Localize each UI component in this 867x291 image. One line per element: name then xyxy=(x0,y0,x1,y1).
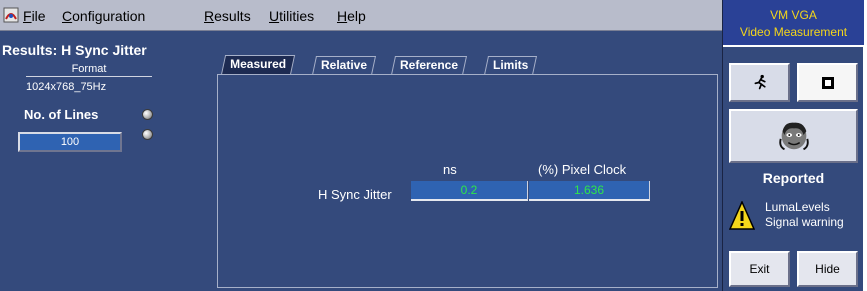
tab-limits-label: Limits xyxy=(493,58,529,72)
results-title: Results: H Sync Jitter xyxy=(2,42,147,58)
format-label: Format xyxy=(26,63,152,77)
stop-icon xyxy=(822,77,834,89)
warning-source: LumaLevels xyxy=(765,200,830,214)
menu-configuration[interactable]: Configuration xyxy=(62,8,145,24)
menu-utilities[interactable]: Utilities xyxy=(269,8,314,24)
exit-button[interactable]: Exit xyxy=(729,251,790,287)
image-button[interactable] xyxy=(729,109,858,163)
app-header: VM VGA Video Measurement xyxy=(723,0,864,47)
column-header-ns: ns xyxy=(443,162,457,177)
menu-results[interactable]: Results xyxy=(204,8,251,24)
menu-file[interactable]: File xyxy=(23,8,46,24)
tab-measured-label: Measured xyxy=(230,57,287,71)
control-panel: VM VGA Video Measurement Reported LumaLe… xyxy=(722,0,864,291)
tab-reference-label: Reference xyxy=(400,58,459,72)
tab-reference[interactable]: Reference xyxy=(390,56,468,75)
value-pixel-clock-cell: 1.636 xyxy=(529,181,650,201)
lines-input[interactable]: 100 xyxy=(18,132,122,152)
warning-icon xyxy=(729,201,755,230)
run-button[interactable] xyxy=(729,63,790,102)
stop-button[interactable] xyxy=(797,63,858,102)
running-man-icon xyxy=(754,74,766,90)
tab-relative-label: Relative xyxy=(321,58,368,72)
lines-label: No. of Lines xyxy=(24,107,99,122)
app-logo-icon[interactable] xyxy=(3,7,19,23)
warning-text: Signal warning xyxy=(765,215,844,229)
tab-relative[interactable]: Relative xyxy=(311,56,377,75)
app-window: File Configuration Results Utilities Hel… xyxy=(0,0,864,291)
app-title: VM VGA xyxy=(770,8,817,22)
column-header-pixel-clock: (%) Pixel Clock xyxy=(538,162,627,177)
format-value: 1024x768_75Hz xyxy=(26,81,107,93)
measured-tab-page: ns (%) Pixel Clock H Sync Jitter 0.2 1.6… xyxy=(217,74,718,288)
row-label-h-sync-jitter: H Sync Jitter xyxy=(318,187,392,202)
face-icon xyxy=(779,122,809,151)
results-side-panel: Results: H Sync Jitter Format 1024x768_7… xyxy=(0,31,214,291)
value-ns-cell: 0.2 xyxy=(411,181,528,201)
warning-message: LumaLevels Signal warning xyxy=(723,197,864,237)
reported-heading: Reported xyxy=(762,170,825,186)
hide-button[interactable]: Hide xyxy=(797,251,858,287)
tab-limits[interactable]: Limits xyxy=(483,56,538,75)
tab-measured[interactable]: Measured xyxy=(220,55,296,75)
lines-radio-up[interactable] xyxy=(142,109,153,120)
menu-help[interactable]: Help xyxy=(337,8,366,24)
lines-radio-down[interactable] xyxy=(142,129,153,140)
results-content-panel: Measured Relative Reference Limits ns (%… xyxy=(214,31,722,291)
app-subtitle: Video Measurement xyxy=(739,25,848,39)
menu-bar: File Configuration Results Utilities Hel… xyxy=(0,0,722,31)
